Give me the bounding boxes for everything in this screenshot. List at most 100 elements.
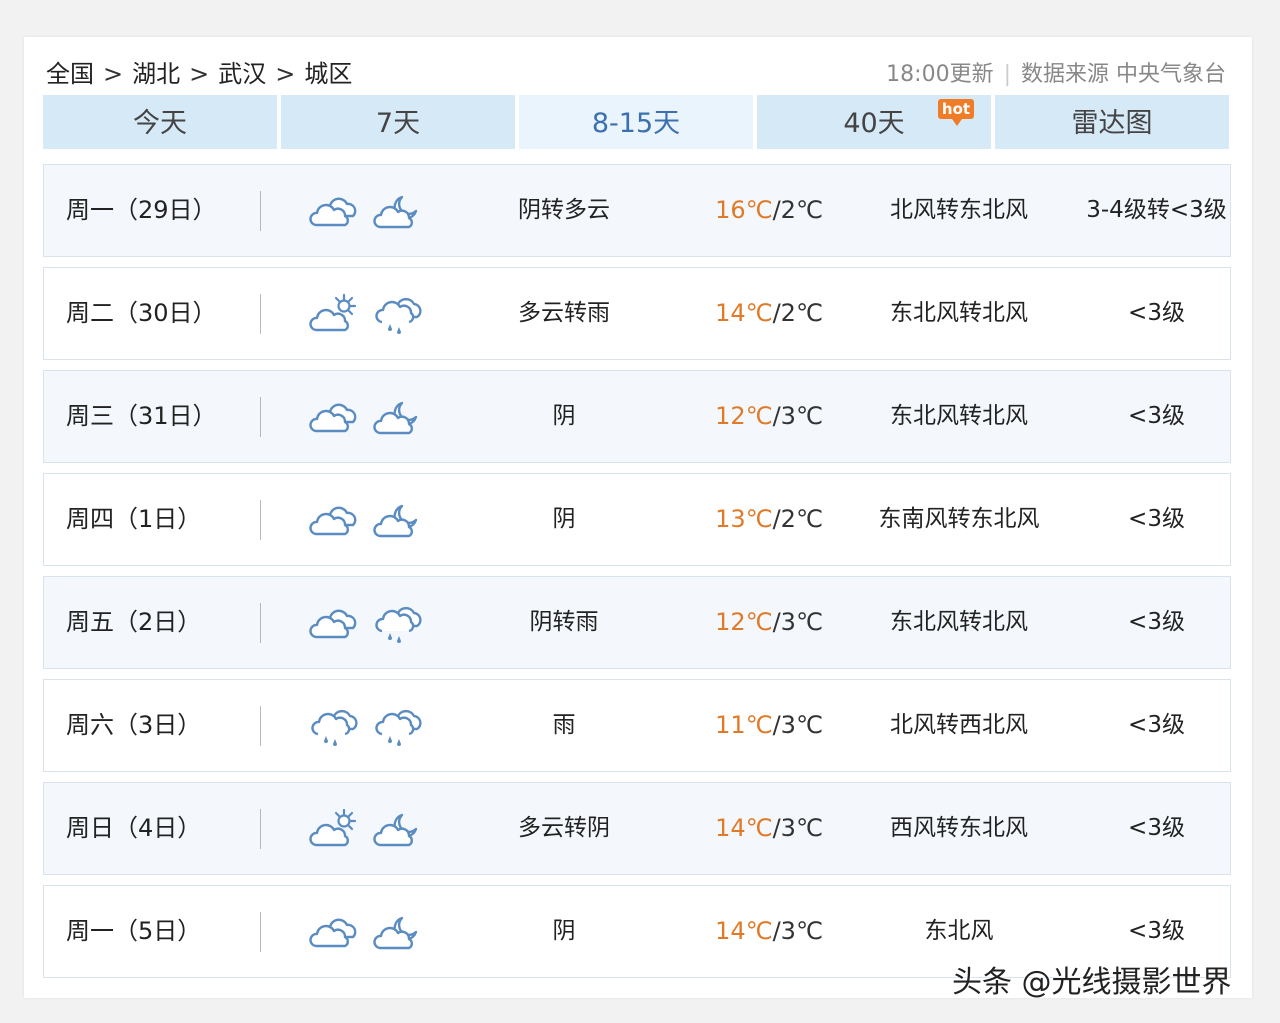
temperature: 12℃/3℃ — [694, 371, 844, 462]
forecast-row: 周五（2日） 阴转雨 12℃/3℃ 东北风转北风 <3级 — [43, 576, 1231, 669]
cloudy-icon — [308, 601, 360, 645]
temperature-high: 14℃ — [715, 814, 773, 842]
temperature: 16℃/2℃ — [694, 165, 844, 256]
temperature-low: 2℃ — [780, 196, 823, 224]
temperature-separator: / — [772, 299, 781, 327]
forecast-row: 周二（30日） 多云转雨 14℃/2℃ 东北风转北风 <3级 — [43, 267, 1231, 360]
temperature-high: 13℃ — [715, 505, 773, 533]
watermark: 头条 @光线摄影世界 — [952, 965, 1232, 1000]
temperature-separator: / — [772, 402, 781, 430]
cloudy-icon — [308, 910, 360, 954]
weather-description: 阴 — [552, 506, 576, 532]
temperature: 13℃/2℃ — [694, 474, 844, 565]
temperature-low: 3℃ — [780, 402, 823, 430]
hot-badge: hot — [938, 99, 974, 126]
forecast-panel: 全国 > 湖北 > 武汉 > 城区 18:00更新 | 数据来源 中央气象台 今天 7天 8-1… — [24, 37, 1252, 998]
temperature-low: 3℃ — [780, 711, 823, 739]
temperature-separator: / — [772, 608, 781, 636]
temperature-low: 2℃ — [780, 299, 823, 327]
cloudy-icon — [308, 189, 360, 233]
meta-divider: | — [1003, 62, 1011, 87]
cloudy-icon — [308, 498, 360, 542]
weather-description: 多云转雨 — [518, 300, 610, 326]
wind-direction: 北风转东北风 — [890, 197, 1028, 223]
wind-level: <3级 — [1128, 712, 1185, 738]
forecast-row: 周一（29日） 阴转多云 16℃/2℃ 北风转东北风 3-4级转<3级 — [43, 164, 1231, 257]
temperature-high: 12℃ — [715, 402, 773, 430]
wind-direction: 东北风转北风 — [890, 300, 1028, 326]
forecast-date: 周五（2日） — [66, 608, 202, 636]
forecast-date: 周四（1日） — [66, 505, 202, 533]
temperature-separator: / — [772, 814, 781, 842]
row-divider — [260, 191, 261, 231]
forecast-date: 周日（4日） — [66, 814, 202, 842]
tab-radar[interactable]: 雷达图 — [995, 95, 1229, 149]
wind-direction: 东南风转东北风 — [878, 506, 1040, 532]
temperature-high: 14℃ — [715, 917, 773, 945]
row-divider — [260, 500, 261, 540]
moon-cloud-icon — [372, 498, 424, 542]
breadcrumb-item-country[interactable]: 全国 — [46, 54, 94, 89]
weather-description: 阴转雨 — [529, 609, 599, 635]
temperature-separator: / — [772, 196, 781, 224]
forecast-row: 周日（4日） 多云转阴 14℃/3℃ 西风转东北风 <3级 — [43, 782, 1231, 875]
update-info: 18:00更新 | 数据来源 中央气象台 — [886, 56, 1226, 88]
temperature: 14℃/2℃ — [694, 268, 844, 359]
wind-direction: 东北风转北风 — [890, 403, 1028, 429]
weather-description: 阴转多云 — [518, 197, 610, 223]
wind-level: <3级 — [1128, 403, 1185, 429]
weather-description: 阴 — [552, 403, 576, 429]
wind-level: 3-4级转<3级 — [1086, 197, 1227, 223]
wind-level: <3级 — [1128, 506, 1185, 532]
tab-8-15-days[interactable]: 8-15天 — [519, 95, 753, 149]
row-divider — [260, 809, 261, 849]
forecast-tabs: 今天 7天 8-15天 40天 hot 雷达图 — [43, 95, 1231, 149]
wind-level: <3级 — [1128, 609, 1185, 635]
rain-icon — [308, 704, 360, 748]
temperature: 14℃/3℃ — [694, 783, 844, 874]
moon-cloud-icon — [372, 807, 424, 851]
wind-direction: 东北风转北风 — [890, 609, 1028, 635]
breadcrumb-item-city[interactable]: 武汉 — [218, 54, 266, 89]
sun-cloud-icon — [308, 292, 360, 336]
temperature-separator: / — [772, 917, 781, 945]
moon-cloud-icon — [372, 189, 424, 233]
tab-today[interactable]: 今天 — [43, 95, 277, 149]
sun-cloud-icon — [308, 807, 360, 851]
cloudy-icon — [308, 395, 360, 439]
temperature: 14℃/3℃ — [694, 886, 844, 977]
breadcrumb-separator: > — [275, 60, 296, 88]
breadcrumb-item-district[interactable]: 城区 — [304, 54, 352, 89]
weather-description: 雨 — [552, 712, 576, 738]
tab-7-days[interactable]: 7天 — [281, 95, 515, 149]
weather-description: 多云转阴 — [518, 815, 610, 841]
temperature: 12℃/3℃ — [694, 577, 844, 668]
forecast-date: 周六（3日） — [66, 711, 202, 739]
moon-cloud-icon — [372, 395, 424, 439]
row-divider — [260, 397, 261, 437]
row-divider — [260, 706, 261, 746]
forecast-row: 周四（1日） 阴 13℃/2℃ 东南风转东北风 <3级 — [43, 473, 1231, 566]
rain-icon — [372, 292, 424, 336]
weather-description: 阴 — [552, 918, 576, 944]
forecast-date: 周一（29日） — [66, 196, 217, 224]
forecast-row: 周六（3日） 雨 11℃/3℃ 北风转西北风 <3级 — [43, 679, 1231, 772]
row-divider — [260, 603, 261, 643]
tab-40-days[interactable]: 40天 hot — [757, 95, 991, 149]
temperature-high: 12℃ — [715, 608, 773, 636]
forecast-date: 周二（30日） — [66, 299, 217, 327]
breadcrumb-item-province[interactable]: 湖北 — [132, 54, 180, 89]
wind-level: <3级 — [1128, 815, 1185, 841]
tab-40-days-label: 40天 — [843, 108, 905, 139]
moon-cloud-icon — [372, 910, 424, 954]
temperature-high: 14℃ — [715, 299, 773, 327]
temperature-low: 3℃ — [780, 917, 823, 945]
temperature-high: 16℃ — [715, 196, 773, 224]
temperature-low: 2℃ — [780, 505, 823, 533]
rain-icon — [372, 601, 424, 645]
update-time: 18:00更新 — [886, 62, 994, 87]
temperature-low: 3℃ — [780, 608, 823, 636]
wind-level: <3级 — [1128, 300, 1185, 326]
breadcrumb-separator: > — [103, 60, 124, 88]
wind-direction: 西风转东北风 — [890, 815, 1028, 841]
